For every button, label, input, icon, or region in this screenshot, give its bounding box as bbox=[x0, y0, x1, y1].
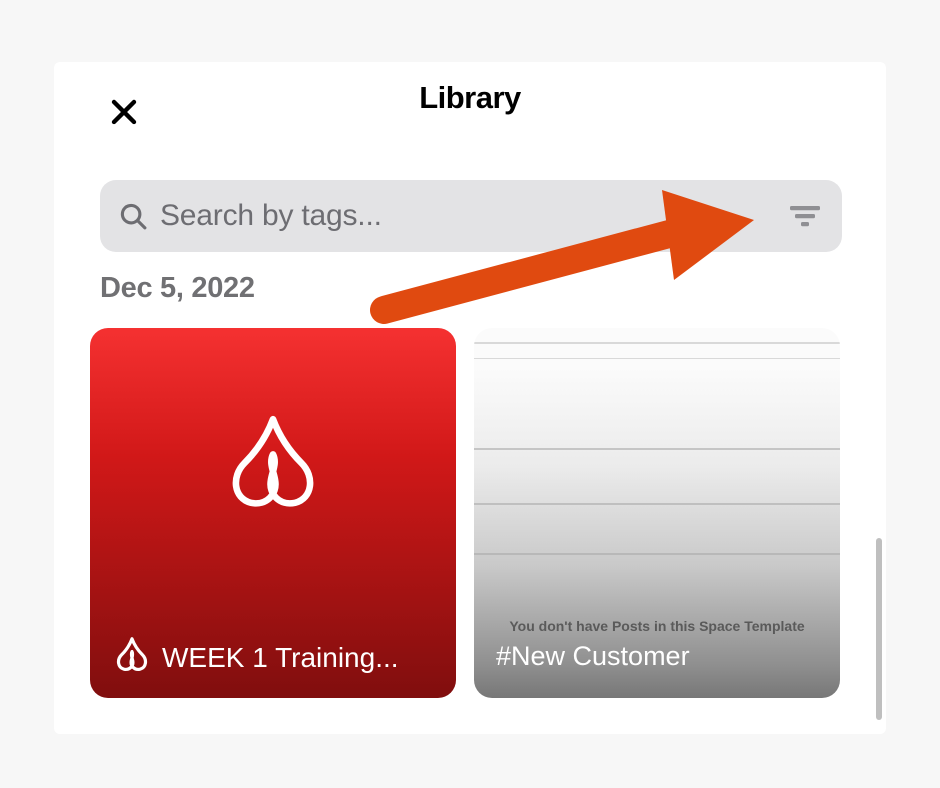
header: Library bbox=[54, 62, 886, 134]
filter-icon bbox=[790, 204, 820, 228]
scrollbar[interactable] bbox=[876, 538, 882, 720]
filter-button[interactable] bbox=[786, 197, 824, 235]
close-button[interactable] bbox=[104, 92, 144, 132]
library-card-pdf[interactable]: WEEK 1 Training... bbox=[90, 328, 456, 698]
search-icon bbox=[118, 201, 148, 231]
card-grid: WEEK 1 Training... You don't have Posts … bbox=[90, 328, 850, 698]
library-panel: Library Dec 5, 2022 WEEK 1 Training... bbox=[54, 62, 886, 734]
page-title: Library bbox=[419, 80, 521, 116]
date-group-label: Dec 5, 2022 bbox=[100, 272, 255, 305]
card-empty-text: You don't have Posts in this Space Templ… bbox=[474, 618, 840, 634]
card-title: #New Customer bbox=[496, 641, 690, 672]
search-input[interactable] bbox=[158, 198, 786, 234]
pdf-icon bbox=[112, 634, 152, 674]
search-bar[interactable] bbox=[100, 180, 842, 252]
pdf-icon bbox=[218, 406, 328, 516]
close-icon bbox=[109, 97, 139, 127]
library-card-template[interactable]: You don't have Posts in this Space Templ… bbox=[474, 328, 840, 698]
card-title: WEEK 1 Training... bbox=[162, 642, 438, 674]
